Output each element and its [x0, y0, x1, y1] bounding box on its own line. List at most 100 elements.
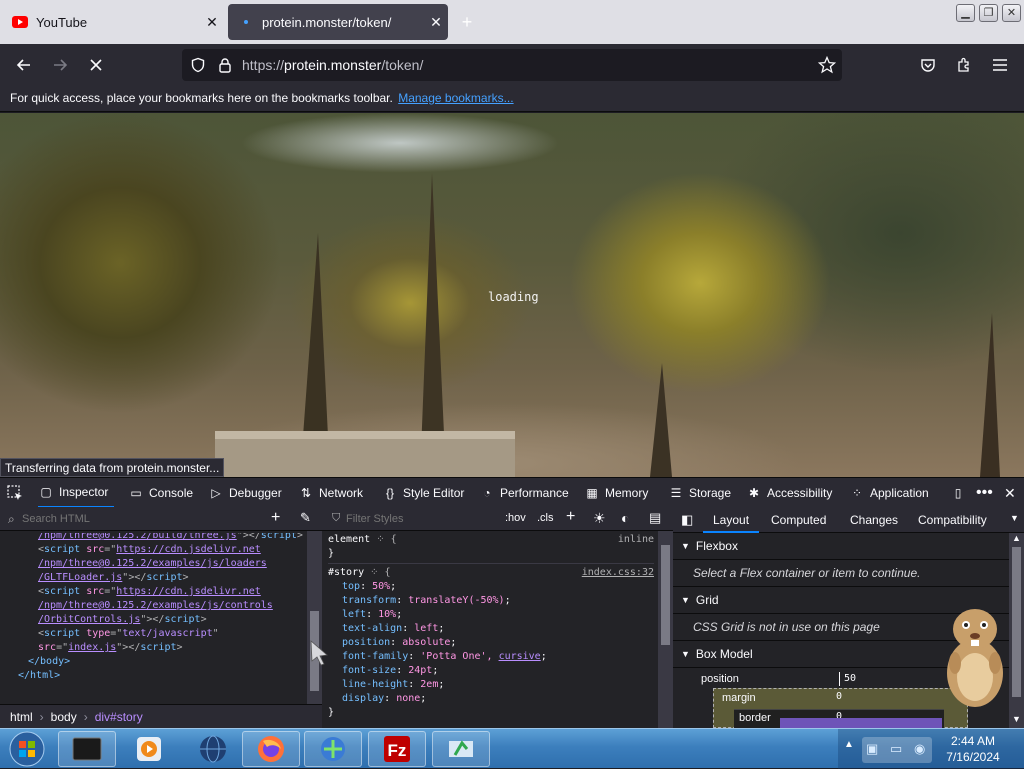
tab-application[interactable]: ⁘ Application	[849, 478, 929, 508]
page-content[interactable]: loading Transferring data from protein.m…	[0, 113, 1024, 477]
restore-icon[interactable]: ❐	[979, 4, 998, 22]
manage-bookmarks-link[interactable]: Manage bookmarks...	[398, 91, 513, 105]
markup-line[interactable]: <script src="https://cdn.jsdelivr.net	[10, 543, 304, 557]
cls-toggle[interactable]: .cls	[537, 512, 554, 524]
tab-accessibility[interactable]: ✱ Accessibility	[746, 478, 832, 508]
display-tray-icon[interactable]: ▭	[890, 741, 902, 757]
declaration[interactable]: text-align: left;	[342, 622, 654, 636]
taskbar-clock[interactable]: 2:44 AM 7/16/2024	[930, 733, 1016, 765]
extensions-icon[interactable]	[952, 53, 976, 77]
source-link[interactable]: index.css:32	[582, 566, 654, 580]
element-picker-icon[interactable]	[6, 478, 24, 508]
markup-line[interactable]: <script type="text/javascript"	[10, 627, 304, 641]
more-options-icon[interactable]: •••	[976, 478, 993, 508]
show-hidden-icons-icon[interactable]: ▲	[844, 739, 854, 750]
margin-value[interactable]: 0	[836, 690, 842, 704]
declaration[interactable]: transform: translateY(-50%);	[342, 594, 654, 608]
taskbar-download-manager[interactable]	[304, 731, 362, 767]
breadcrumb-html[interactable]: html	[10, 710, 33, 724]
window-close-icon[interactable]: ✕	[1002, 4, 1021, 22]
bookmark-star-icon[interactable]	[817, 55, 837, 79]
border-box[interactable]: border 0	[734, 709, 944, 730]
tab-layout[interactable]: Layout	[703, 507, 760, 533]
declaration[interactable]: font-size: 24pt;	[342, 664, 654, 678]
light-theme-sun-icon[interactable]: ☀	[593, 510, 606, 527]
network-tray-icon[interactable]: ▣	[866, 741, 878, 757]
pocket-icon[interactable]	[916, 53, 940, 77]
story-rule-header[interactable]: #story ⁘ { index.css:32	[328, 563, 654, 580]
markup-line[interactable]: /OrbitControls.js"></script>	[10, 613, 304, 627]
shield-icon[interactable]	[190, 57, 206, 78]
tab-computed[interactable]: Computed	[771, 513, 826, 527]
tab-inspector[interactable]: ▢ Inspector	[38, 478, 115, 508]
start-button[interactable]	[6, 731, 48, 767]
tab-memory[interactable]: ▦ Memory	[584, 478, 648, 508]
markup-line[interactable]: /npm/three@0.125.2/examples/js/controls	[10, 599, 304, 613]
volume-tray-icon[interactable]: ◉	[914, 741, 925, 757]
close-tab-icon[interactable]: ✕	[424, 14, 448, 31]
lock-icon[interactable]	[218, 57, 232, 78]
rules-scrollbar[interactable]	[658, 531, 673, 728]
url-text[interactable]: https://protein.monster/token/	[242, 57, 423, 73]
tab-changes[interactable]: Changes	[850, 513, 898, 527]
element-rule[interactable]: element ⁘ { inline	[328, 533, 654, 547]
minimize-icon[interactable]: ▁	[956, 4, 975, 22]
markup-line[interactable]: <script src="https://cdn.jsdelivr.net	[10, 585, 304, 599]
margin-box[interactable]: margin 0 border 0	[713, 688, 968, 730]
declaration[interactable]: line-height: 2em;	[342, 678, 654, 692]
tab-network[interactable]: ⇅ Network	[298, 478, 363, 508]
markup-line[interactable]: src="index.js"></script>	[10, 641, 304, 655]
taskbar-filezilla[interactable]: Fz	[368, 731, 426, 767]
taskbar-sync[interactable]	[432, 731, 490, 767]
add-rule-icon[interactable]: +	[566, 508, 575, 526]
declaration[interactable]: left: 10%;	[342, 608, 654, 622]
breadcrumb-div-story[interactable]: div#story	[95, 710, 143, 724]
tab-storage[interactable]: ☰ Storage	[668, 478, 731, 508]
search-html-input[interactable]	[22, 511, 252, 527]
declarations[interactable]: top: 50%; transform: translateY(-50%); l…	[328, 580, 654, 706]
hamburger-menu-icon[interactable]	[988, 53, 1012, 77]
tab-performance[interactable]: ◔ Performance	[479, 478, 568, 508]
taskbar-firefox[interactable]	[242, 731, 300, 767]
markup-line[interactable]: /GLTFLoader.js"></script>	[10, 571, 304, 585]
sidebar-toggle-icon[interactable]: ◧	[681, 512, 693, 528]
markup-scrollbar[interactable]	[307, 531, 322, 704]
close-devtools-icon[interactable]: ✕	[1004, 478, 1016, 508]
breadcrumb-body[interactable]: body	[51, 710, 77, 724]
flexbox-section-header[interactable]: ▼ Flexbox	[673, 533, 1009, 560]
declaration[interactable]: position: absolute;	[342, 636, 654, 650]
markup-line[interactable]: </body>	[10, 655, 304, 669]
forward-arrow-icon[interactable]	[48, 53, 72, 77]
scroll-up-icon[interactable]: ▲	[1012, 533, 1021, 543]
stop-loading-icon[interactable]	[84, 53, 108, 77]
url-bar[interactable]: https://protein.monster/token/	[182, 49, 842, 81]
tab-youtube[interactable]: YouTube ✕	[2, 4, 224, 40]
declaration[interactable]: top: 50%;	[342, 580, 654, 594]
scroll-down-icon[interactable]: ▼	[1012, 714, 1021, 724]
position-value[interactable]: 50	[839, 672, 856, 686]
taskbar-terminal[interactable]	[58, 731, 116, 767]
markup-line[interactable]: /npm/three@0.125.2/build/three.js"></scr…	[10, 533, 304, 543]
tab-compatibility[interactable]: Compatibility	[918, 513, 987, 527]
rules-list[interactable]: element ⁘ { inline } #story ⁘ { index.cs…	[328, 533, 654, 720]
declaration[interactable]: display: none;	[342, 692, 654, 706]
markup-line[interactable]: /npm/three@0.125.2/examples/js/loaders	[10, 557, 304, 571]
tab-debugger[interactable]: ▷ Debugger	[208, 478, 281, 508]
new-tab-plus-icon[interactable]: +	[455, 12, 479, 34]
markup-tree[interactable]: /npm/three@0.125.2/build/three.js"></scr…	[10, 533, 304, 703]
tab-style-editor[interactable]: {} Style Editor	[382, 478, 464, 508]
scrollbar-thumb[interactable]	[1012, 547, 1021, 697]
dark-theme-icon[interactable]: ◐	[621, 510, 629, 526]
scrollbar-thumb[interactable]	[661, 545, 670, 645]
chevron-down-icon[interactable]: ▼	[1010, 513, 1019, 523]
close-tab-icon[interactable]: ✕	[200, 14, 224, 31]
markup-line[interactable]: </html>	[10, 669, 304, 683]
add-node-icon[interactable]: +	[271, 509, 280, 527]
hov-toggle[interactable]: :hov	[505, 512, 526, 524]
tab-console[interactable]: ▭ Console	[128, 478, 193, 508]
layout-scrollbar[interactable]: ▲ ▼	[1009, 533, 1024, 728]
eyedropper-icon[interactable]: ✎	[300, 510, 311, 526]
print-media-icon[interactable]: ▤	[649, 510, 661, 526]
filter-styles-input[interactable]	[346, 511, 496, 527]
back-arrow-icon[interactable]	[12, 53, 36, 77]
